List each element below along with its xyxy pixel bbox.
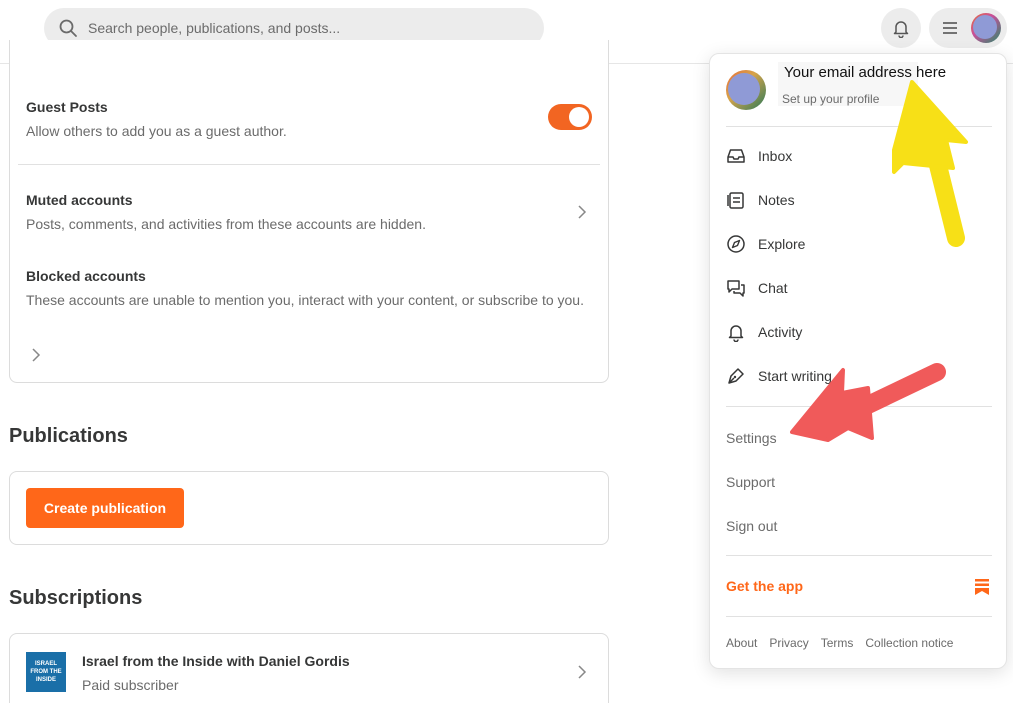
footer-links: About Privacy Terms Collection notice: [726, 636, 953, 650]
bell-icon: [726, 322, 746, 342]
blocked-accounts-title: Blocked accounts: [26, 268, 146, 284]
subscription-list-item[interactable]: ISRAEL FROM THE INSIDE Israel from the I…: [9, 633, 609, 703]
compass-icon: [726, 234, 746, 254]
profile-email: Your email address here: [784, 64, 947, 81]
menu-item-settings[interactable]: Settings: [726, 430, 777, 446]
menu-item-explore[interactable]: Explore: [726, 228, 992, 260]
chevron-right-icon[interactable]: [30, 347, 42, 363]
avatar: [971, 13, 1001, 43]
notes-icon: [726, 190, 746, 210]
create-publication-button[interactable]: Create publication: [26, 488, 184, 528]
menu-item-activity[interactable]: Activity: [726, 316, 992, 348]
account-settings-card: Guest Posts Allow others to add you as a…: [9, 40, 609, 383]
menu-item-sign-out[interactable]: Sign out: [726, 518, 777, 534]
chevron-right-icon[interactable]: [576, 204, 588, 220]
menu-item-inbox[interactable]: Inbox: [726, 140, 992, 172]
profile-avatar[interactable]: [726, 70, 766, 110]
about-link[interactable]: About: [726, 636, 757, 650]
chat-icon: [726, 278, 746, 298]
menu-item-chat[interactable]: Chat: [726, 272, 992, 304]
menu-item-support[interactable]: Support: [726, 474, 775, 490]
guest-posts-toggle[interactable]: [548, 104, 592, 130]
pen-icon: [726, 366, 746, 386]
hamburger-icon: [943, 22, 957, 34]
get-the-app-link[interactable]: Get the app: [726, 578, 803, 594]
blocked-accounts-description: These accounts are unable to mention you…: [26, 292, 584, 308]
divider: [726, 616, 992, 617]
bell-icon: [893, 21, 909, 38]
publications-heading: Publications: [9, 425, 128, 447]
subscription-status: Paid subscriber: [82, 677, 179, 693]
menu-item-notes[interactable]: Notes: [726, 184, 992, 216]
setup-profile-link[interactable]: Set up your profile: [782, 92, 879, 106]
publication-name: Israel from the Inside with Daniel Gordi…: [82, 653, 350, 669]
guest-posts-title: Guest Posts: [26, 99, 108, 115]
collection-notice-link[interactable]: Collection notice: [865, 636, 953, 650]
account-dropdown-menu: Your email address here Set up your prof…: [709, 53, 1007, 669]
publications-card: Create publication: [9, 471, 609, 545]
search-input[interactable]: [88, 20, 508, 36]
search-icon: [59, 19, 77, 37]
subscriptions-heading: Subscriptions: [9, 587, 143, 609]
substack-logo-icon: [975, 579, 989, 595]
privacy-link[interactable]: Privacy: [769, 636, 808, 650]
muted-accounts-title: Muted accounts: [26, 192, 133, 208]
terms-link[interactable]: Terms: [821, 636, 854, 650]
divider: [18, 164, 600, 165]
divider: [726, 555, 992, 556]
publication-logo: ISRAEL FROM THE INSIDE: [26, 652, 66, 692]
divider: [726, 406, 992, 407]
chevron-right-icon[interactable]: [576, 664, 588, 680]
muted-accounts-description: Posts, comments, and activities from the…: [26, 216, 426, 232]
account-menu-button[interactable]: [929, 8, 1007, 48]
notifications-button[interactable]: [881, 8, 921, 48]
divider: [726, 126, 992, 127]
menu-item-start-writing[interactable]: Start writing: [726, 360, 992, 392]
guest-posts-description: Allow others to add you as a guest autho…: [26, 123, 287, 139]
inbox-icon: [726, 146, 746, 166]
